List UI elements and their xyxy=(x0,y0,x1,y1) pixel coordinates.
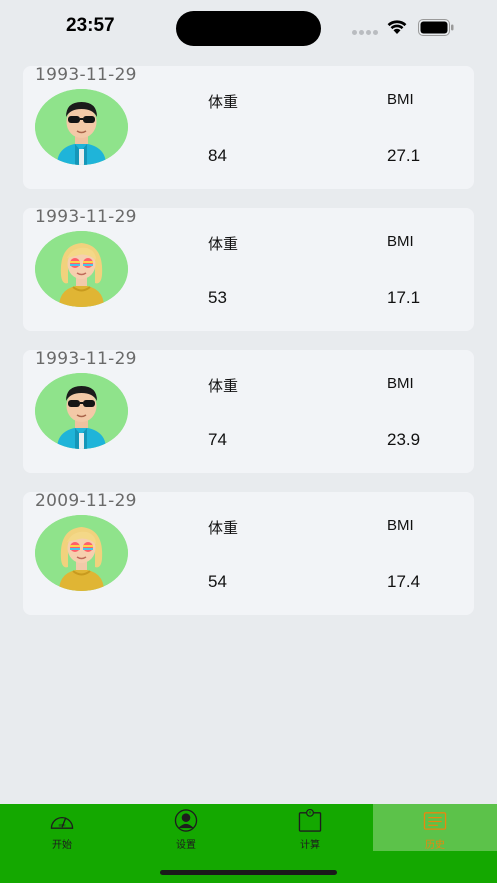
record-date: 1993-11-29 xyxy=(35,349,137,369)
history-record-card[interactable]: 1993-11-29 体重 BMI 53 17.1 xyxy=(23,207,474,331)
bmi-value: 17.1 xyxy=(387,288,421,307)
history-record-card[interactable]: 1993-11-29 体重 BMI 74 23.9 xyxy=(23,349,474,473)
bmi-label: BMI xyxy=(387,233,414,250)
bmi-label: BMI xyxy=(387,517,414,534)
home-indicator xyxy=(160,870,337,875)
history-icon xyxy=(423,812,447,830)
tab-start[interactable]: BMI 开始 xyxy=(0,804,124,851)
scale-icon: BMI xyxy=(50,817,74,829)
tab-label: 计算 xyxy=(300,840,320,851)
weight-value: 84 xyxy=(208,146,227,165)
tab-settings[interactable]: 设置 xyxy=(124,804,248,851)
bmi-value: 17.4 xyxy=(387,572,421,591)
tab-calculate[interactable]: 计算 xyxy=(248,804,372,851)
svg-text:BMI: BMI xyxy=(58,822,65,827)
bmi-label: BMI xyxy=(387,375,414,392)
female-avatar xyxy=(35,231,128,307)
weight-label: 体重 xyxy=(208,93,239,111)
battery-icon xyxy=(418,19,454,36)
record-date: 1993-11-29 xyxy=(35,207,137,227)
bmi-label: BMI xyxy=(387,91,414,108)
user-icon xyxy=(174,809,198,832)
weight-label: 体重 xyxy=(208,377,239,395)
female-avatar xyxy=(35,515,128,591)
dynamic-island xyxy=(176,11,321,46)
history-record-card[interactable]: 2009-11-29 体重 BMI 54 17.4 xyxy=(23,491,474,615)
weight-value: 53 xyxy=(208,288,227,307)
bmi-value: 27.1 xyxy=(387,146,421,165)
tab-label: 历史 xyxy=(425,840,445,851)
male-avatar xyxy=(35,89,128,165)
tab-label: 开始 xyxy=(52,840,72,851)
weight-value: 74 xyxy=(208,430,227,449)
status-bar: 23:57 xyxy=(0,0,497,58)
record-date: 2009-11-29 xyxy=(35,491,137,511)
male-avatar xyxy=(35,373,128,449)
tab-label: 设置 xyxy=(176,840,196,851)
record-date: 1993-11-29 xyxy=(35,65,137,85)
weight-label: 体重 xyxy=(208,235,239,253)
tab-history[interactable]: 历史 xyxy=(373,804,497,851)
signal-icon xyxy=(352,30,380,35)
status-time: 23:57 xyxy=(66,15,115,36)
bmi-value: 23.9 xyxy=(387,430,421,449)
history-list: 1993-11-29 体重 BMI 84 27.1 1993-11-29 体重 … xyxy=(23,65,474,634)
history-record-card[interactable]: 1993-11-29 体重 BMI 84 27.1 xyxy=(23,65,474,189)
calculator-icon xyxy=(298,809,322,832)
weight-label: 体重 xyxy=(208,519,239,537)
wifi-icon xyxy=(387,20,407,34)
weight-value: 54 xyxy=(208,572,227,591)
